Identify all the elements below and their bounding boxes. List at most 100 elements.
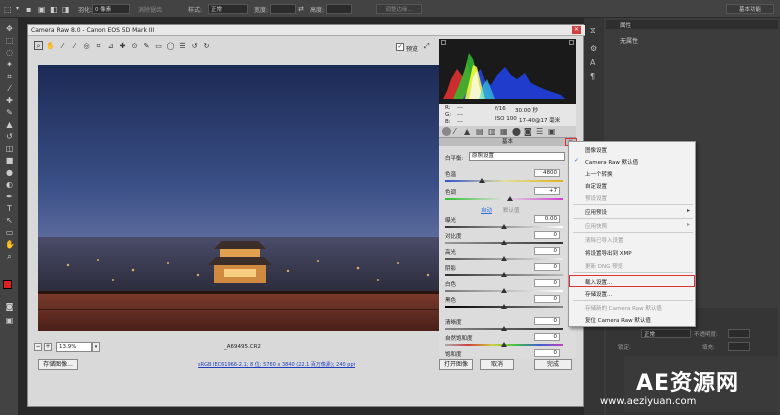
foreground-color-swatch[interactable] [3,280,12,289]
menu-item-save-settings[interactable]: 存储设置... [585,290,612,298]
white-balance-icon[interactable]: ⁄ [58,42,67,51]
brush-tool-icon[interactable]: ✎ [5,108,14,117]
rotate-left-icon[interactable]: ↺ [190,42,199,51]
eraser-tool-icon[interactable]: ◫ [5,144,14,153]
paragraph-panel-icon[interactable]: ¶ [590,72,595,81]
saturation-value[interactable]: 0 [534,349,560,357]
cancel-button[interactable]: 取消 [480,359,514,370]
highlight-clipping-icon[interactable] [569,40,574,45]
stamp-tool-icon[interactable]: ▲ [5,120,14,129]
preview-checkbox[interactable]: ✓ [396,43,404,51]
menu-item-reset-defaults[interactable]: 复位 Camera Raw 默认值 [585,316,651,324]
screen-mode-icon[interactable]: ▣ [5,316,14,325]
tone-curve-tab-icon[interactable]: ⁄ [454,127,455,136]
shadow-clipping-icon[interactable] [441,40,446,45]
intersect-selection-icon[interactable]: ◨ [62,5,70,14]
quick-mask-icon[interactable]: ◙ [5,302,14,311]
menu-item-apply-preset[interactable]: 应用预设 [585,208,607,216]
zoom-tool-icon[interactable]: ⌕ [5,252,14,261]
gradient-tool-icon[interactable]: ■ [5,156,14,165]
subtract-selection-icon[interactable]: ◧ [50,5,58,14]
basic-tab-icon[interactable] [442,127,451,136]
done-button[interactable]: 完成 [534,359,572,370]
close-icon[interactable]: ✕ [572,26,581,34]
red-eye-icon[interactable]: ⊙ [130,42,139,51]
feather-input[interactable]: 0 像素 [92,4,130,14]
split-toning-tab-icon[interactable]: ▥ [488,127,496,136]
camera-calibration-tab-icon[interactable]: ◙ [524,127,532,136]
properties-tab[interactable]: 属性 [620,21,631,29]
dodge-tool-icon[interactable]: ◐ [5,180,14,189]
zoom-in-button[interactable]: + [44,343,52,351]
character-panel-icon[interactable]: A [590,58,595,67]
healing-brush-icon[interactable]: ✚ [5,96,14,105]
menu-item-previous-conversion[interactable]: 上一个转换 [585,170,613,178]
temperature-value[interactable]: 4800 [534,169,560,177]
lens-tab-icon[interactable]: ▦ [500,127,508,136]
lasso-tool-icon[interactable]: ◌ [5,48,14,57]
workspace-select[interactable]: 基本功能 [726,4,774,14]
swap-icon[interactable]: ⇄ [298,5,304,13]
marquee-tool-icon[interactable]: ⬚ [5,36,14,45]
vibrance-value[interactable]: 0 [534,333,560,341]
antialias-checkbox-label[interactable]: 消除锯齿 [138,5,162,14]
workflow-options-link[interactable]: sRGB IEC61966-2.1; 8 位; 5760 x 3840 (22.… [198,361,355,368]
hand-tool-icon[interactable]: ✋ [5,240,15,249]
rotate-right-icon[interactable]: ↻ [202,42,211,51]
radial-filter-icon[interactable]: ◯ [166,42,175,51]
contrast-value[interactable]: 0 [534,231,560,239]
blacks-value[interactable]: 0 [534,295,560,303]
history-panel-icon[interactable]: ⧖ [590,26,596,36]
preferences-icon[interactable]: ☰ [178,42,187,51]
zoom-out-button[interactable]: − [34,343,42,351]
zoom-level-select[interactable]: 13.9% [56,342,92,352]
shape-tool-icon[interactable]: ▭ [5,228,14,237]
width-input[interactable] [270,4,296,14]
white-balance-select[interactable]: 原照设置 [469,152,565,161]
graduated-filter-icon[interactable]: ▭ [154,42,163,51]
menu-item-custom-settings[interactable]: 自定设置 [585,182,607,190]
open-image-button[interactable]: 打开图像 [439,359,473,370]
whites-value[interactable]: 0 [534,279,560,287]
highlights-value[interactable]: 0 [534,247,560,255]
snapshots-tab-icon[interactable]: ▣ [548,127,556,136]
shadows-value[interactable]: 0 [534,263,560,271]
blur-tool-icon[interactable]: ● [5,168,14,177]
crop-tool-icon[interactable]: ⌗ [5,72,14,81]
move-tool-icon[interactable]: ✥ [5,24,14,33]
eyedropper-icon[interactable]: ⁄ [5,84,14,93]
path-select-icon[interactable]: ↖ [5,216,14,225]
target-adjust-icon[interactable]: ◎ [82,42,91,51]
menu-item-camera-raw-defaults[interactable]: Camera Raw 默认值 [585,158,638,166]
marquee-tool-icon[interactable]: ⬚ [4,5,12,14]
new-selection-icon[interactable]: ▪ [26,5,31,14]
adjustment-brush-icon[interactable]: ✎ [142,42,151,51]
presets-tab-icon[interactable]: ☰ [536,127,543,136]
chevron-down-icon[interactable]: ▾ [16,5,19,12]
hand-icon[interactable]: ✋ [46,42,55,51]
type-tool-icon[interactable]: T [5,204,14,213]
style-select[interactable]: 正常 [208,4,248,14]
fullscreen-icon[interactable]: ⤢ [424,42,434,51]
add-selection-icon[interactable]: ▣ [38,5,46,14]
opacity-input[interactable] [728,329,750,338]
blend-mode-select[interactable]: 正常 [641,329,691,338]
height-input[interactable] [326,4,352,14]
menu-item-export-xmp[interactable]: 将设置导出到 XMP [585,249,632,257]
straighten-icon[interactable]: ⊿ [106,42,115,51]
history-brush-icon[interactable]: ↺ [5,132,14,141]
clarity-value[interactable]: 0 [534,317,560,325]
effects-tab-icon[interactable]: ⬤ [512,127,521,136]
hsl-tab-icon[interactable]: ▤ [476,127,484,136]
detail-tab-icon[interactable]: ▲ [464,127,470,136]
tint-value[interactable]: +7 [534,187,560,195]
image-preview[interactable] [38,65,441,331]
magic-wand-icon[interactable]: ✦ [5,60,14,69]
color-sampler-icon[interactable]: ⁄ [70,42,79,51]
zoom-icon[interactable]: ⌕ [34,41,43,50]
auto-link[interactable]: 自动 [481,206,492,214]
menu-item-image-settings[interactable]: 图像设置 [585,146,607,154]
exposure-value[interactable]: 0.00 [534,215,560,223]
fill-input[interactable] [728,342,750,351]
save-image-button[interactable]: 存储图像... [38,359,78,370]
